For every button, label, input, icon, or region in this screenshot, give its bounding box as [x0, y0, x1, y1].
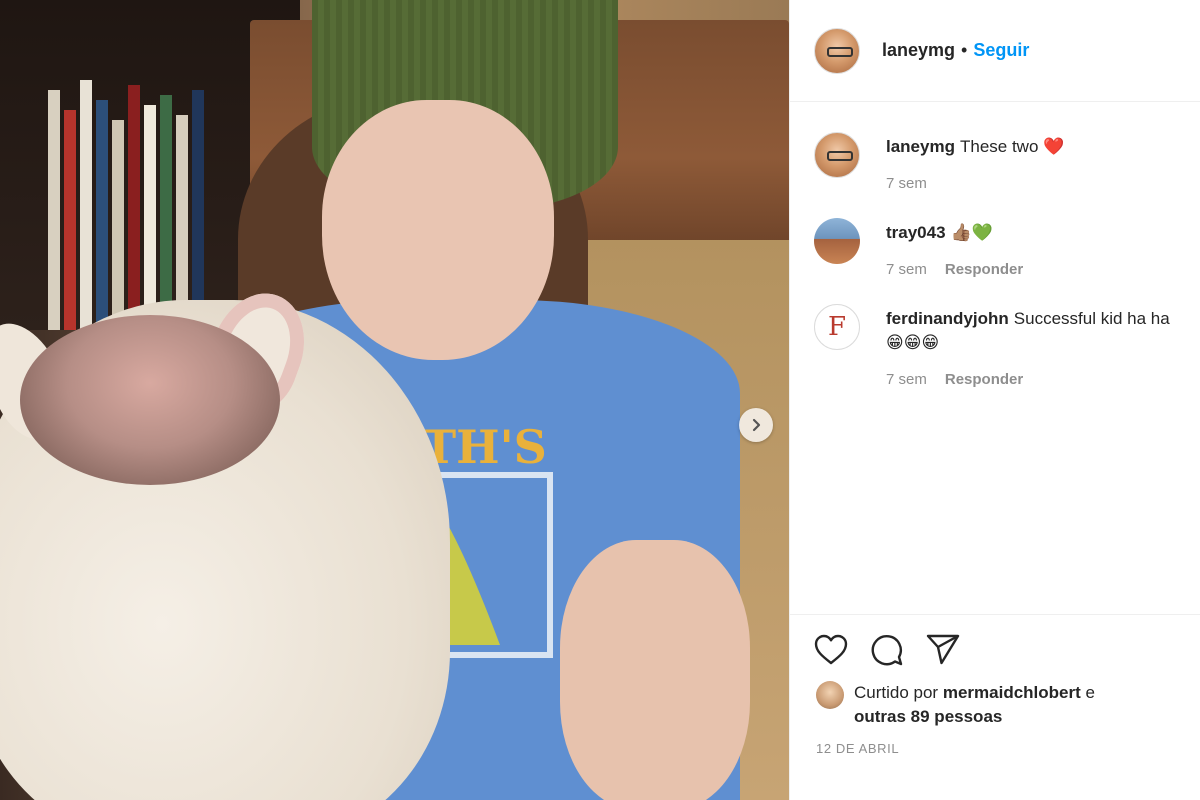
post-side-panel: laneymg • Seguir laneymg These two ❤️ 7 s…: [789, 0, 1200, 800]
comment-text: 👍🏽💚: [950, 223, 993, 242]
comment-item: tray043 👍🏽💚 7 sem Responder: [814, 218, 1177, 278]
commenter-avatar[interactable]: [814, 218, 860, 264]
likes-prefix: Curtido por: [854, 683, 939, 702]
comments-list: laneymg These two ❤️ 7 sem tray043 👍🏽💚 7 s…: [790, 102, 1200, 614]
action-bar: [790, 615, 1200, 669]
comment-item: F ferdinandyjohn Successful kid ha ha😁😁😁 …: [814, 304, 1177, 388]
liker-avatar[interactable]: [816, 681, 844, 709]
likes-text: Curtido por mermaidchlobert e outras 89 …: [854, 681, 1095, 729]
post-date[interactable]: 12 DE ABRIL: [790, 729, 1200, 756]
caption-comment: laneymg These two ❤️ 7 sem: [814, 132, 1177, 192]
author-avatar[interactable]: [814, 27, 860, 74]
comment-username[interactable]: tray043: [886, 223, 946, 242]
comment-bubble-icon: [871, 635, 903, 666]
chevron-right-icon: [752, 418, 761, 432]
reply-button[interactable]: Responder: [945, 371, 1023, 388]
heart-icon: [814, 634, 848, 665]
comment-time[interactable]: 7 sem: [886, 371, 927, 388]
face: [322, 100, 554, 360]
paper-plane-icon: [926, 634, 960, 665]
post-actions: Curtido por mermaidchlobert e outras 89 …: [790, 614, 1200, 800]
reply-button[interactable]: Responder: [945, 261, 1023, 278]
comment-username[interactable]: ferdinandyjohn: [886, 309, 1009, 328]
likes-connector: e: [1085, 683, 1095, 702]
arm: [560, 540, 750, 800]
follow-button[interactable]: Seguir: [973, 40, 1029, 61]
header-separator: •: [961, 40, 968, 60]
likes-others-link[interactable]: outras 89 pessoas: [854, 707, 1002, 726]
comment-time[interactable]: 7 sem: [886, 175, 927, 192]
avatar-letter: F: [827, 312, 847, 342]
carousel-next-button[interactable]: [739, 408, 773, 442]
commenter-avatar[interactable]: F: [814, 304, 860, 350]
dog-face: [20, 315, 280, 485]
author-username[interactable]: laneymg: [882, 40, 955, 61]
comment-time[interactable]: 7 sem: [886, 261, 927, 278]
like-button[interactable]: [812, 631, 850, 669]
comment-username[interactable]: laneymg: [886, 137, 955, 156]
comment-text: These two ❤️: [959, 137, 1065, 156]
post-header: laneymg • Seguir: [790, 0, 1200, 102]
likes-summary: Curtido por mermaidchlobert e outras 89 …: [790, 669, 1200, 729]
liker-username[interactable]: mermaidchlobert: [943, 683, 1081, 702]
post-photo[interactable]: BLUTH'S: [0, 0, 789, 800]
comment-button[interactable]: [868, 631, 906, 669]
share-button[interactable]: [924, 631, 962, 669]
commenter-avatar[interactable]: [814, 132, 860, 178]
